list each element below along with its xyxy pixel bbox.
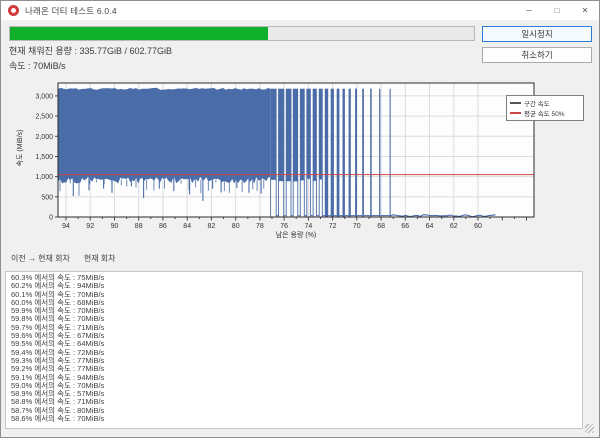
- app-window: 나래온 더티 테스트 6.0.4 ─ □ ✕ 일시정지 취소하기 현재 채워진 …: [0, 0, 600, 438]
- x-axis-title: 남은 용량 (%): [236, 230, 356, 240]
- legend-label: 평균 속도 50%: [524, 108, 565, 118]
- svg-text:78: 78: [256, 223, 264, 230]
- average-speed-line-swatch: [510, 112, 521, 114]
- capacity-label: 현재 채워진 용량 : 335.77GiB / 602.77GiB: [9, 44, 172, 57]
- progress-bar: [9, 26, 475, 41]
- window-controls: ─ □ ✕: [515, 1, 599, 20]
- resize-grip[interactable]: [585, 424, 594, 433]
- svg-text:94: 94: [62, 223, 70, 230]
- svg-text:0: 0: [49, 215, 53, 222]
- pause-button[interactable]: 일시정지: [482, 26, 592, 42]
- progress-bar-fill: [10, 27, 268, 40]
- svg-text:80: 80: [232, 223, 240, 230]
- svg-text:1,500: 1,500: [35, 154, 53, 161]
- app-icon: [8, 5, 19, 16]
- tab-prev-to-current-round[interactable]: 이전 → 현재 회차: [11, 253, 70, 264]
- maximize-button[interactable]: □: [543, 1, 571, 20]
- svg-text:92: 92: [86, 223, 94, 230]
- history-tabs: 이전 → 현재 회차 현재 회차: [11, 253, 116, 264]
- title-bar: 나래온 더티 테스트 6.0.4 ─ □ ✕: [1, 1, 599, 20]
- svg-text:72: 72: [329, 223, 337, 230]
- svg-text:2,500: 2,500: [35, 114, 53, 121]
- svg-text:70: 70: [353, 223, 361, 230]
- minimize-button[interactable]: ─: [515, 1, 543, 20]
- speed-chart: 94 92 90 88 86 84 82 80 78 76 74 72 70 68 66 64 62 60 0 500…: [9, 75, 593, 247]
- svg-text:64: 64: [426, 223, 434, 230]
- cancel-button[interactable]: 취소하기: [482, 47, 592, 63]
- svg-text:76: 76: [280, 223, 288, 230]
- list-item[interactable]: 58.6% 에서의 속도 : 70MiB/s: [11, 415, 582, 423]
- svg-text:84: 84: [183, 223, 191, 230]
- speed-list[interactable]: 60.3% 에서의 속도 : 75MiB/s60.2% 에서의 속도 : 94M…: [5, 271, 583, 429]
- svg-text:88: 88: [135, 223, 143, 230]
- svg-text:1,000: 1,000: [35, 174, 53, 181]
- close-button[interactable]: ✕: [571, 1, 599, 20]
- legend-item-interval-speed: 구간 속도: [510, 98, 580, 108]
- svg-text:82: 82: [208, 223, 216, 230]
- svg-text:62: 62: [450, 223, 458, 230]
- svg-text:74: 74: [305, 223, 313, 230]
- svg-text:90: 90: [111, 223, 119, 230]
- tab-current-round[interactable]: 현재 회차: [84, 253, 116, 264]
- svg-text:60: 60: [474, 223, 482, 230]
- svg-text:66: 66: [401, 223, 409, 230]
- svg-text:500: 500: [41, 194, 53, 201]
- svg-text:3,000: 3,000: [35, 93, 53, 100]
- y-axis-title: 속도 (MiB/s): [15, 113, 25, 183]
- svg-text:2,000: 2,000: [35, 134, 53, 141]
- speed-label: 속도 : 70MiB/s: [9, 59, 66, 72]
- chart-legend: 구간 속도 평균 속도 50%: [506, 95, 584, 121]
- svg-text:86: 86: [159, 223, 167, 230]
- svg-text:68: 68: [377, 223, 385, 230]
- legend-label: 구간 속도: [524, 98, 550, 108]
- window-title: 나래온 더티 테스트 6.0.4: [25, 5, 117, 17]
- interval-speed-line-swatch: [510, 102, 521, 104]
- legend-item-average-speed: 평균 속도 50%: [510, 108, 580, 118]
